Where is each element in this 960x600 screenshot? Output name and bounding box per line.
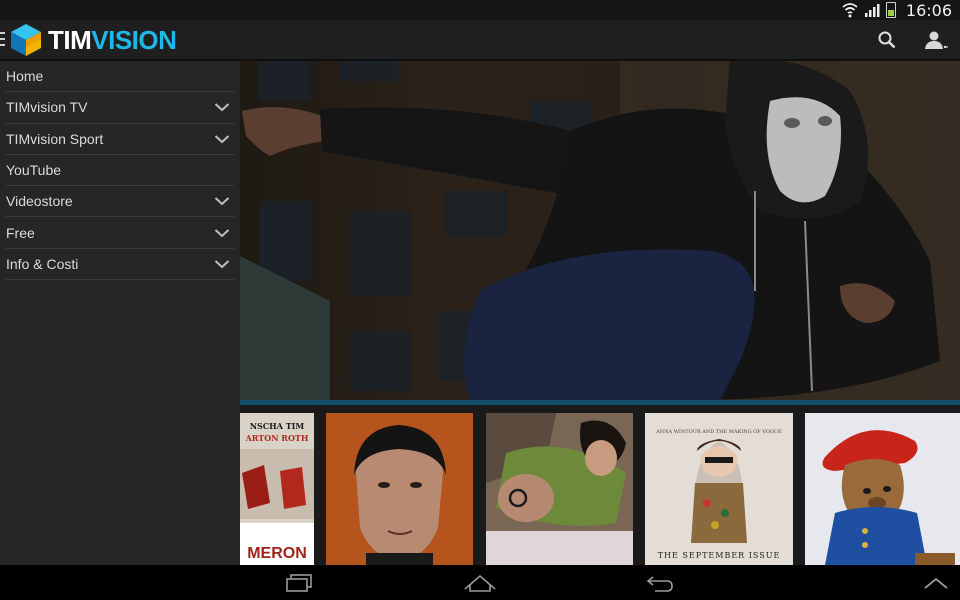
drawer-item-label: YouTube <box>6 162 62 179</box>
chevron-down-icon <box>214 134 230 144</box>
logo-cube-icon <box>11 24 41 56</box>
chevron-down-icon <box>214 197 230 206</box>
home-icon <box>464 574 496 592</box>
poster-art <box>645 413 793 565</box>
timvision-logo[interactable]: TIMVISION <box>10 22 177 58</box>
chevron-down-icon <box>214 103 230 112</box>
poster-caption-top: ANNA WINTOUR AND THE MAKING OF VOGUE <box>656 429 782 435</box>
system-nav-bar <box>0 565 960 600</box>
chevron-up-icon <box>924 577 948 589</box>
drawer-item-label: Home <box>6 68 44 85</box>
drawer-toggle-icon[interactable] <box>0 32 5 46</box>
app-bar: TIMVISION <box>0 20 960 60</box>
account-icon <box>925 31 948 49</box>
recent-apps-button[interactable] <box>278 569 322 597</box>
back-icon <box>646 576 673 592</box>
drawer-item-info-costi[interactable]: Info & Costi <box>6 249 234 281</box>
drawer-item-timvision-sport[interactable]: TIMvision Sport <box>6 124 234 155</box>
poster-card[interactable] <box>805 413 960 565</box>
signal-icon <box>864 4 880 17</box>
poster-card[interactable] <box>486 413 633 565</box>
account-button[interactable] <box>922 26 950 54</box>
poster-card[interactable]: ANNA WINTOUR AND THE MAKING OF VOGUE THE… <box>645 413 793 565</box>
battery-icon <box>885 2 896 18</box>
recent-apps-icon <box>286 574 312 592</box>
hero-image <box>240 61 960 400</box>
drawer-item-timvision-tv[interactable]: TIMvision TV <box>6 92 234 124</box>
drawer-item-label: Videostore <box>6 193 73 210</box>
home-button[interactable] <box>458 569 502 597</box>
search-icon <box>878 31 896 49</box>
hero-banner[interactable] <box>240 61 960 400</box>
logo-word-tim: TIM <box>48 24 92 55</box>
poster-carousel[interactable]: NSCHA TIM ARTON ROTH MERON ANNA WINTOUR … <box>240 405 960 565</box>
poster-card[interactable] <box>326 413 473 565</box>
back-button[interactable] <box>638 569 682 597</box>
navigation-drawer: Home TIMvision TV TIMvision Sport YouTub… <box>0 61 240 565</box>
logo-wordmark: TIMVISION <box>48 24 177 56</box>
chevron-down-icon <box>214 260 230 269</box>
poster-caption-bottom: MERON <box>247 545 307 562</box>
drawer-item-home[interactable]: Home <box>6 61 234 93</box>
battery-level <box>887 9 894 16</box>
logo-word-vision: VISION <box>91 24 177 55</box>
drawer-item-youtube[interactable]: YouTube <box>6 155 234 187</box>
search-button[interactable] <box>873 26 901 54</box>
poster-art <box>240 449 314 565</box>
poster-card[interactable]: NSCHA TIM ARTON ROTH MERON <box>240 413 314 565</box>
show-more-button[interactable] <box>914 569 958 597</box>
poster-art <box>486 413 633 565</box>
status-clock: 16:06 <box>905 0 952 20</box>
poster-art <box>326 413 473 565</box>
drawer-item-label: Info & Costi <box>6 255 79 272</box>
wifi-icon <box>842 3 858 18</box>
drawer-item-free[interactable]: Free <box>6 217 234 249</box>
poster-art <box>805 413 960 565</box>
status-bar: 16:06 <box>0 0 960 20</box>
poster-caption-bottom: THE SEPTEMBER ISSUE <box>657 551 781 560</box>
drawer-item-label: Free <box>6 224 35 241</box>
drawer-item-label: TIMvision Sport <box>6 130 104 147</box>
chevron-down-icon <box>214 228 230 237</box>
drawer-item-videostore[interactable]: Videostore <box>6 186 234 218</box>
drawer-item-label: TIMvision TV <box>6 99 88 116</box>
